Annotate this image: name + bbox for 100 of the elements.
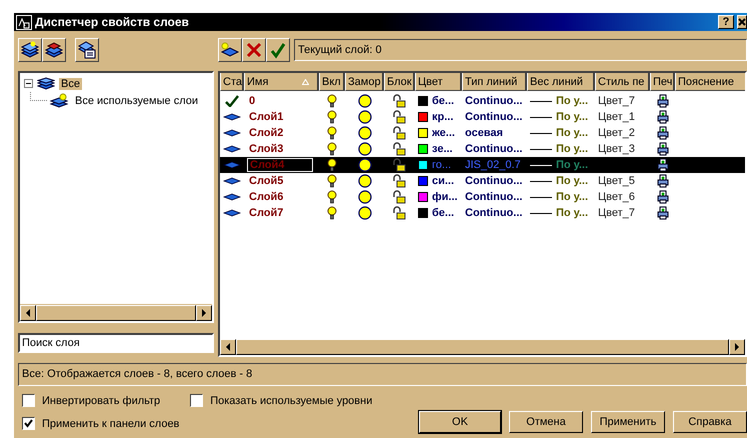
horizontal-scrollbar[interactable] xyxy=(20,304,212,321)
layer-group-button[interactable] xyxy=(42,38,66,62)
dialog-button[interactable]: Отмена xyxy=(509,411,583,433)
checkbox-option[interactable]: Инвертировать фильтр xyxy=(22,394,160,407)
sun-icon[interactable] xyxy=(358,94,372,108)
color-swatch[interactable] xyxy=(418,208,428,218)
lightbulb-icon[interactable] xyxy=(327,94,337,108)
sun-icon[interactable] xyxy=(358,126,372,140)
linetype-name[interactable]: Continuo... xyxy=(465,111,522,123)
column-header[interactable]: Печ xyxy=(650,73,675,91)
linetype-name[interactable]: Continuo... xyxy=(465,191,522,203)
lineweight-value[interactable]: По у... xyxy=(556,143,588,155)
table-row[interactable]: Слой6 фи... Continuo... По у... Цвет_6 xyxy=(220,189,745,205)
column-header[interactable]: Ста xyxy=(220,73,244,91)
column-header[interactable]: Тип линий xyxy=(462,73,527,91)
printer-icon[interactable] xyxy=(656,110,668,124)
padlock-icon[interactable] xyxy=(392,142,406,156)
printer-icon[interactable] xyxy=(656,94,668,108)
search-field[interactable]: Поиск слоя xyxy=(18,333,214,353)
sun-icon[interactable] xyxy=(358,190,372,204)
tree-item[interactable]: Все xyxy=(59,78,82,90)
column-header[interactable]: Замор xyxy=(345,73,384,91)
checkbox[interactable] xyxy=(190,394,204,407)
lineweight-value[interactable]: По у... xyxy=(556,175,588,187)
close-button[interactable] xyxy=(737,15,747,29)
lineweight-value[interactable]: По у... xyxy=(556,159,588,171)
column-header[interactable]: Цвет xyxy=(415,73,462,91)
padlock-icon[interactable] xyxy=(392,110,406,124)
checkbox-option[interactable]: Применить к панели слоев xyxy=(22,417,180,430)
linetype-name[interactable]: Continuo... xyxy=(465,95,522,107)
padlock-icon[interactable] xyxy=(392,174,406,188)
color-swatch[interactable] xyxy=(418,144,428,154)
printer-icon[interactable] xyxy=(656,206,668,220)
lightbulb-icon[interactable] xyxy=(327,206,337,220)
column-header[interactable]: Вкл xyxy=(319,73,345,91)
lineweight-value[interactable]: По у... xyxy=(556,111,588,123)
layer-filter-button[interactable] xyxy=(18,38,42,62)
lightbulb-icon[interactable] xyxy=(327,110,337,124)
sun-icon[interactable] xyxy=(358,142,372,156)
printer-icon[interactable] xyxy=(656,126,668,140)
printer-icon[interactable] xyxy=(656,142,668,156)
table-row[interactable]: Слой3 зе... Continuo... По у... Цвет_3 xyxy=(220,141,745,157)
linetype-name[interactable]: JIS_02_0.7 xyxy=(465,159,521,171)
linetype-name[interactable]: Continuo... xyxy=(465,207,522,219)
linetype-name[interactable]: осевая xyxy=(465,127,503,139)
sun-icon[interactable] xyxy=(358,174,372,188)
column-header[interactable]: Пояснение xyxy=(675,73,745,91)
column-header[interactable]: Вес линий xyxy=(527,73,595,91)
table-row[interactable]: 0 бе... Continuo... По у... Цвет_7 xyxy=(220,93,745,109)
scroll-left-icon[interactable] xyxy=(225,343,231,351)
lineweight-value[interactable]: По у... xyxy=(556,191,588,203)
lineweight-value[interactable]: По у... xyxy=(556,95,588,107)
lineweight-value[interactable]: По у... xyxy=(556,127,588,139)
delete-button[interactable] xyxy=(242,38,266,62)
tree-item[interactable]: Все используемые слои xyxy=(73,94,200,106)
printer-icon[interactable] xyxy=(656,174,668,188)
table-row[interactable]: Слой5 си... Continuo... По у... Цвет_5 xyxy=(220,173,745,189)
new-layer-button[interactable] xyxy=(218,38,242,62)
checkbox-option[interactable]: Показать используемые уровни xyxy=(190,394,372,407)
lightbulb-icon[interactable] xyxy=(327,142,337,156)
table-row[interactable]: Слой4 го... JIS_02_0.7 По у... xyxy=(220,157,745,173)
dialog-button[interactable]: Справка xyxy=(673,411,747,433)
collapse-icon[interactable] xyxy=(24,79,33,88)
scroll-right-icon[interactable] xyxy=(201,309,207,317)
color-swatch[interactable] xyxy=(418,112,428,122)
color-swatch[interactable] xyxy=(418,96,428,106)
color-swatch[interactable] xyxy=(418,128,428,138)
set-current-button[interactable] xyxy=(266,38,290,62)
column-header[interactable]: Имя xyxy=(244,73,319,91)
table-row[interactable]: Слой2 же... осевая По у... Цвет_2 xyxy=(220,125,745,141)
column-header[interactable]: Блок xyxy=(384,73,415,91)
checkbox[interactable] xyxy=(22,417,35,430)
checkbox[interactable] xyxy=(22,394,35,407)
sun-icon[interactable] xyxy=(358,110,372,124)
dialog-button[interactable]: Применить xyxy=(591,411,665,433)
table-row[interactable]: Слой7 бе... Continuo... По у... Цвет_7 xyxy=(220,205,745,221)
padlock-icon[interactable] xyxy=(392,190,406,204)
printer-icon[interactable] xyxy=(656,190,668,204)
padlock-icon[interactable] xyxy=(392,126,406,140)
color-swatch[interactable] xyxy=(418,192,428,202)
column-header[interactable]: Стиль пе xyxy=(595,73,650,91)
help-button[interactable]: ? xyxy=(718,15,734,29)
lineweight-value[interactable]: По у... xyxy=(556,207,588,219)
linetype-name[interactable]: Continuo... xyxy=(465,143,522,155)
linetype-name[interactable]: Continuo... xyxy=(465,175,522,187)
padlock-icon[interactable] xyxy=(392,158,406,172)
dialog-button[interactable]: OK xyxy=(419,411,501,433)
scroll-right-icon[interactable] xyxy=(734,343,740,351)
printer-icon[interactable] xyxy=(656,158,668,172)
color-swatch[interactable] xyxy=(418,176,428,186)
layer-states-button[interactable] xyxy=(75,38,99,62)
sun-icon[interactable] xyxy=(358,206,372,220)
table-row[interactable]: Слой1 кр... Continuo... По у... Цвет_1 xyxy=(220,109,745,125)
padlock-icon[interactable] xyxy=(392,94,406,108)
lightbulb-icon[interactable] xyxy=(327,190,337,204)
lightbulb-icon[interactable] xyxy=(327,126,337,140)
lightbulb-icon[interactable] xyxy=(327,158,337,172)
sun-icon[interactable] xyxy=(358,158,372,172)
lightbulb-icon[interactable] xyxy=(327,174,337,188)
color-swatch[interactable] xyxy=(418,160,428,170)
